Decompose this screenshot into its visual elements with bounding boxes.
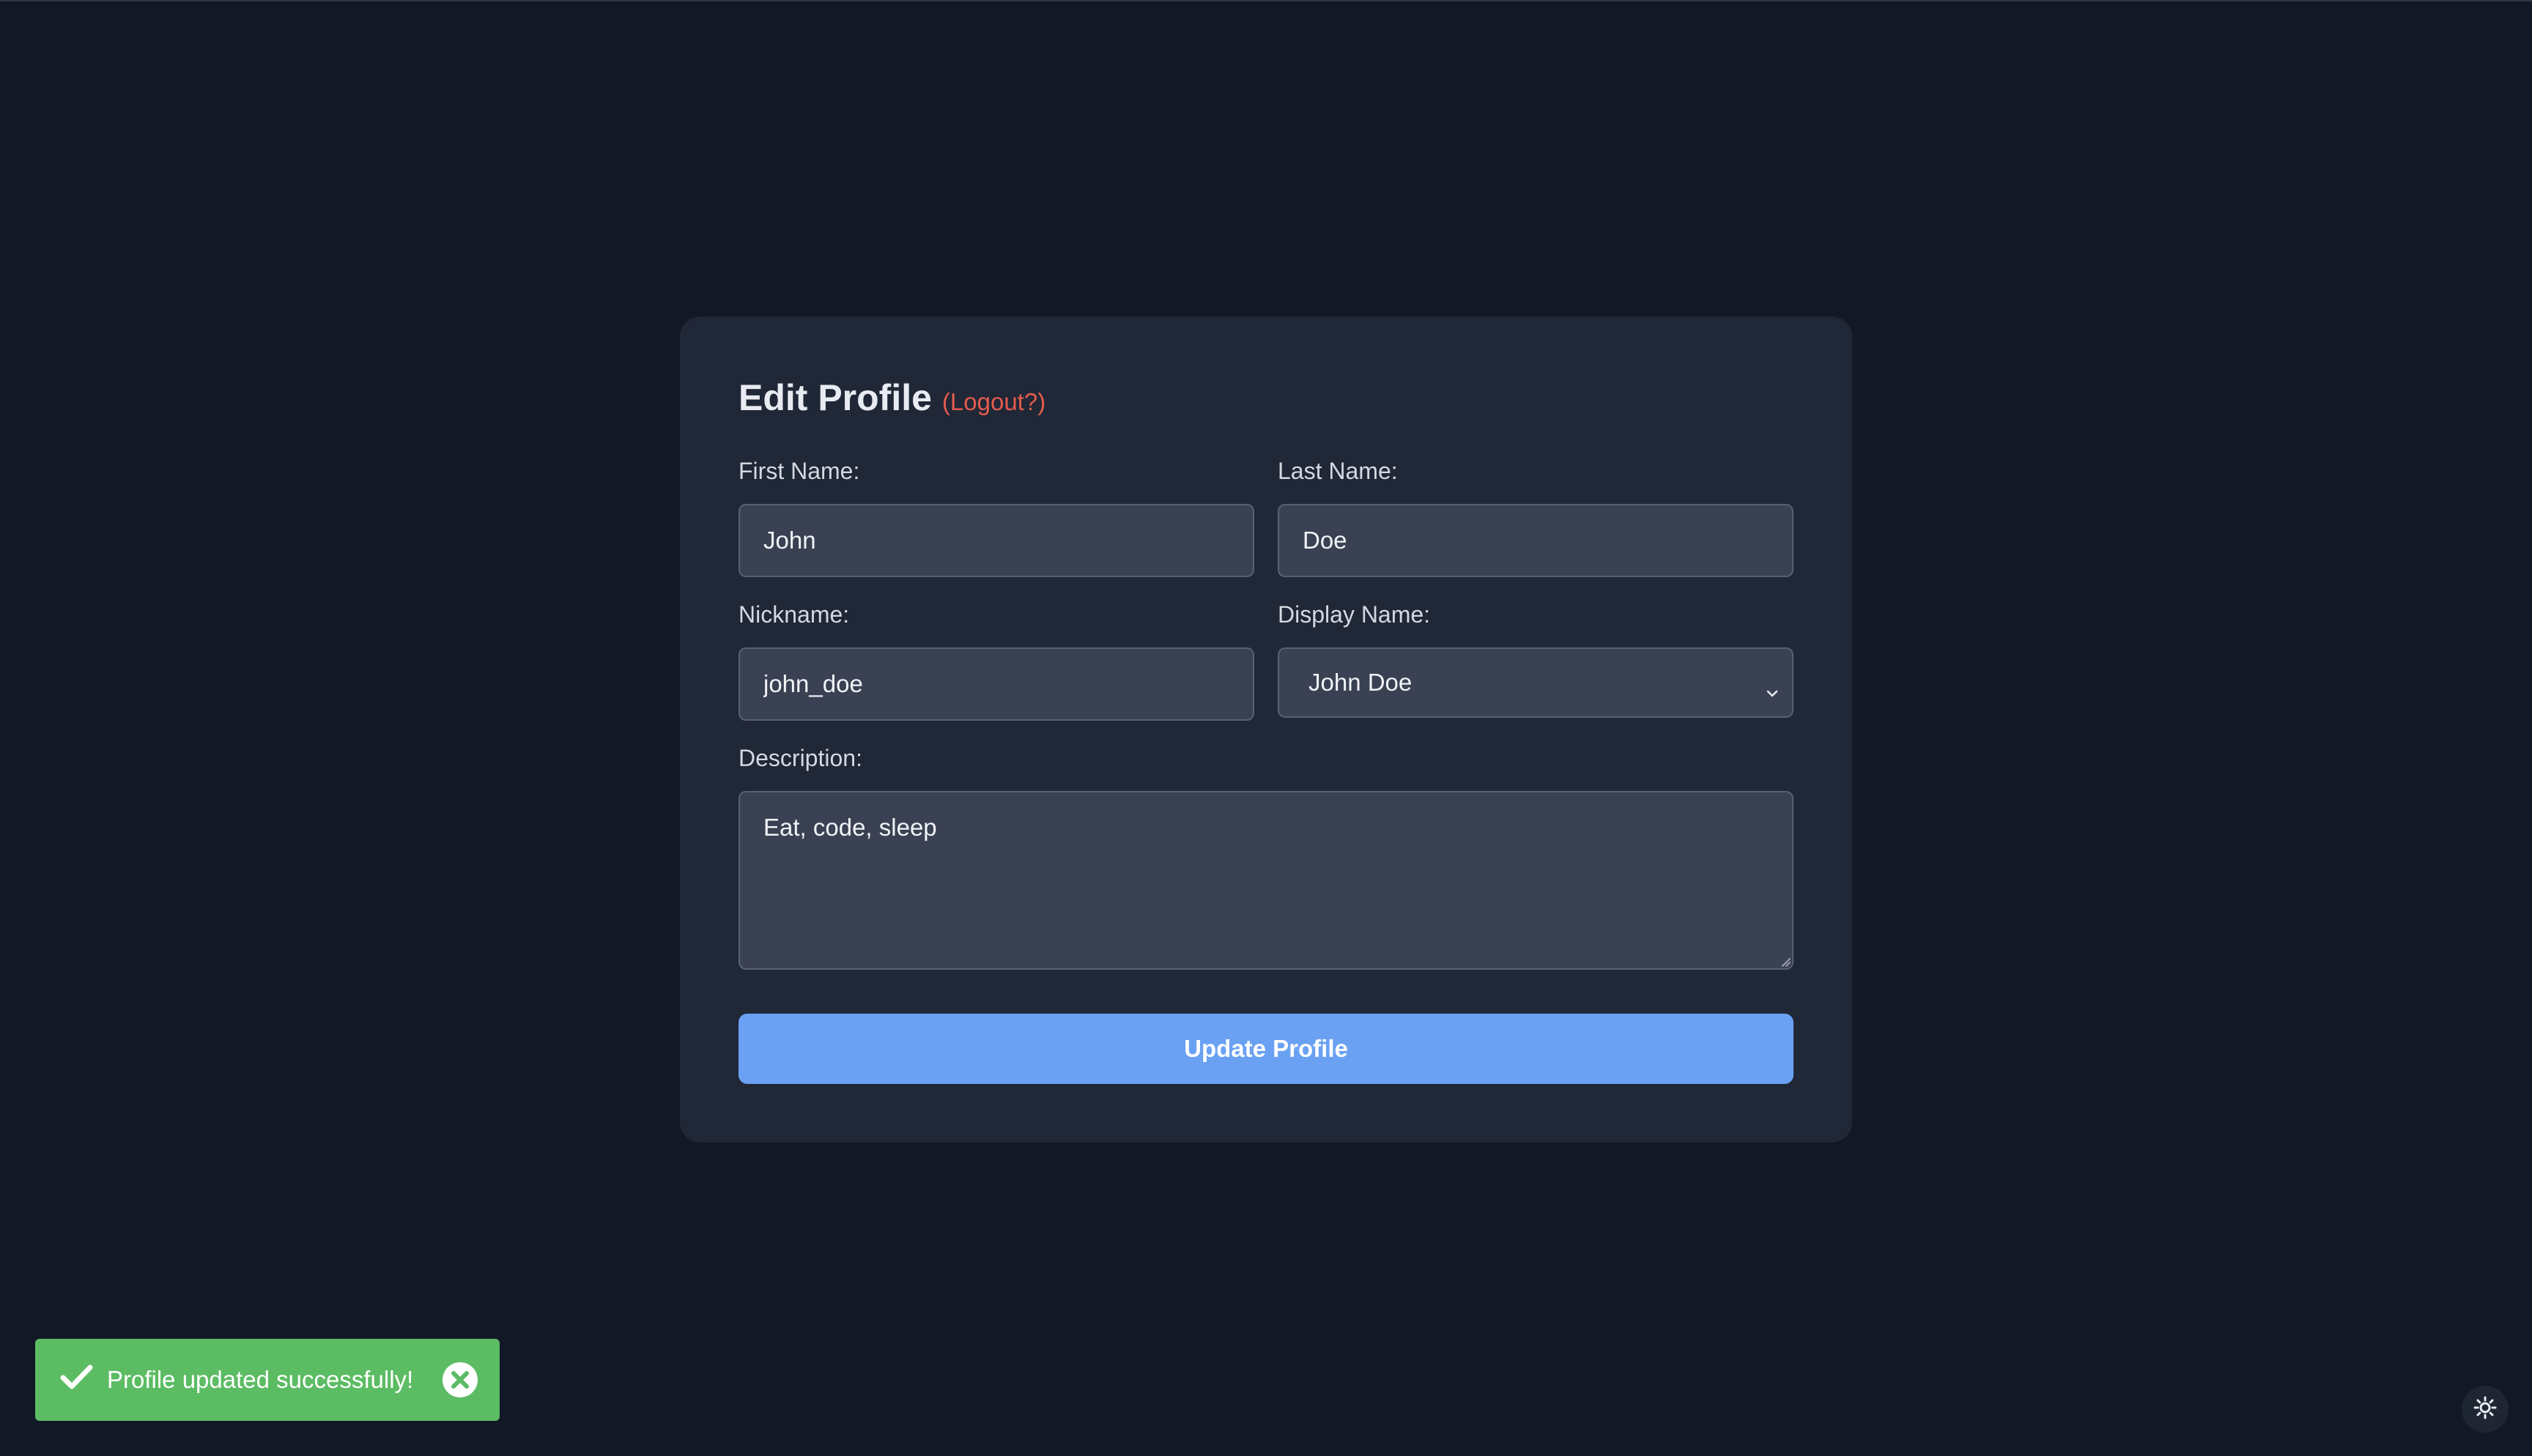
top-border [0, 0, 2532, 1]
toast-message: Profile updated successfully! [107, 1366, 414, 1393]
check-icon [59, 1362, 94, 1397]
description-label: Description: [738, 745, 862, 771]
display-name-selected: John Doe [1308, 669, 1413, 696]
last-name-input[interactable] [1278, 504, 1793, 577]
last-name-label: Last Name: [1278, 458, 1398, 484]
nickname-label: Nickname: [738, 601, 850, 628]
nickname-input[interactable] [738, 647, 1254, 721]
title-row: Edit Profile (Logout?) [738, 376, 1045, 419]
first-name-input[interactable] [738, 504, 1254, 577]
display-name-label: Display Name: [1278, 601, 1431, 628]
update-profile-button[interactable]: Update Profile [738, 1014, 1793, 1084]
page-title: Edit Profile [738, 377, 932, 418]
first-name-label: First Name: [738, 458, 860, 484]
sun-icon [2473, 1396, 2497, 1423]
display-name-select[interactable]: John Doe [1278, 647, 1793, 718]
success-toast: Profile updated successfully! [35, 1339, 500, 1421]
logout-link[interactable]: (Logout?) [942, 388, 1045, 416]
theme-toggle-button[interactable] [2462, 1386, 2509, 1433]
chevron-down-icon [1766, 677, 1779, 705]
close-circle-icon[interactable] [441, 1361, 479, 1399]
edit-profile-card: Edit Profile (Logout?) First Name: Last … [680, 316, 1852, 1143]
description-textarea[interactable]: Eat, code, sleep [738, 791, 1793, 970]
